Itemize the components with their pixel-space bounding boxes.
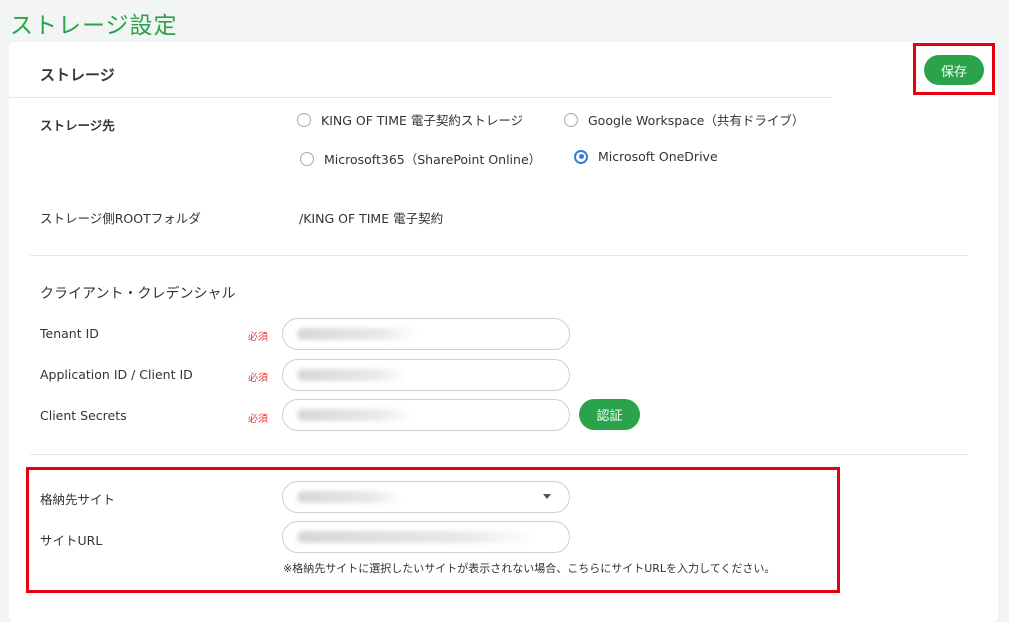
tenant-id-label: Tenant ID (40, 326, 99, 341)
radio-label: KING OF TIME 電子契約ストレージ (321, 113, 524, 128)
radio-onedrive[interactable]: Microsoft OneDrive (574, 149, 718, 164)
masked-value (297, 328, 417, 340)
application-id-input[interactable] (282, 359, 570, 391)
radio-label: Microsoft365（SharePoint Online） (324, 152, 542, 167)
root-folder-value: /KING OF TIME 電子契約 (299, 211, 444, 226)
required-badge: 必須 (248, 373, 268, 384)
radio-microsoft365[interactable]: Microsoft365（SharePoint Online） (300, 149, 541, 168)
section-header: ストレージ (9, 42, 832, 98)
masked-value (297, 491, 402, 503)
save-button[interactable]: 保存 (924, 55, 984, 85)
radio-circle-icon (297, 112, 311, 127)
application-id-label: Application ID / Client ID (40, 367, 193, 382)
credentials-title: クライアント・クレデンシャル (40, 286, 236, 302)
site-url-hint: ※格納先サイトに選択したいサイトが表示されない場合、こちらにサイトURLを入力し… (283, 562, 776, 575)
client-secrets-input[interactable] (282, 399, 570, 431)
radio-google-workspace[interactable]: Google Workspace（共有ドライブ） (564, 110, 804, 129)
radio-kot-storage[interactable]: KING OF TIME 電子契約ストレージ (297, 110, 523, 129)
root-folder-label: ストレージ側ROOTフォルダ (40, 211, 201, 226)
divider (30, 454, 968, 455)
masked-value (297, 531, 537, 543)
radio-label: Microsoft OneDrive (598, 149, 718, 164)
masked-value (297, 409, 412, 421)
page-title: ストレージ設定 (10, 13, 178, 39)
radio-label: Google Workspace（共有ドライブ） (588, 113, 805, 128)
site-url-label: サイトURL (40, 533, 103, 548)
required-badge: 必須 (248, 332, 268, 343)
site-select[interactable] (282, 481, 570, 513)
radio-circle-icon (300, 151, 314, 166)
masked-value (297, 369, 407, 381)
storage-settings-card: ストレージ 保存 ストレージ先 KING OF TIME 電子契約ストレージ G… (9, 42, 998, 622)
auth-button[interactable]: 認証 (579, 399, 640, 430)
divider (30, 255, 968, 256)
radio-circle-icon (564, 112, 578, 127)
tenant-id-input[interactable] (282, 318, 570, 350)
storage-destination-label: ストレージ先 (40, 118, 115, 133)
required-badge: 必須 (248, 414, 268, 425)
site-url-input[interactable] (282, 521, 570, 553)
client-secrets-label: Client Secrets (40, 408, 127, 423)
radio-checked-icon (574, 149, 588, 164)
section-title: ストレージ (40, 66, 115, 84)
chevron-down-icon (543, 494, 551, 499)
site-label: 格納先サイト (40, 492, 116, 507)
